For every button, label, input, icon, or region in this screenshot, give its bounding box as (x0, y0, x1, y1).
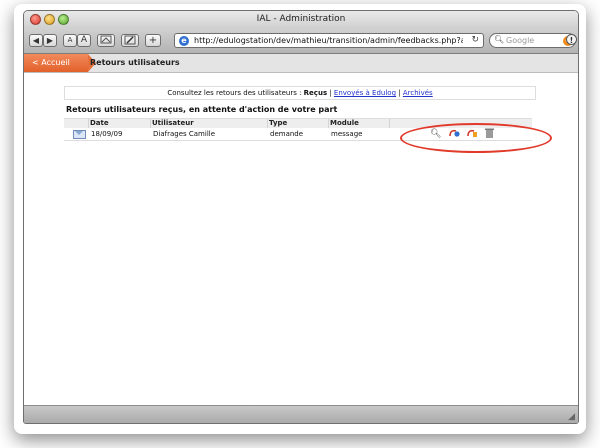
breadcrumb-home-label[interactable]: Accueil (41, 58, 70, 67)
column-module: Module (330, 119, 359, 127)
search-placeholder: Google (506, 36, 535, 45)
filter-prefix: Consultez les retours des utilisateurs : (167, 89, 304, 97)
envelope-icon (73, 130, 86, 139)
status-bar: ◢ (24, 405, 578, 423)
column-type: Type (269, 119, 288, 127)
breadcrumb-home-link[interactable]: < Accueil (24, 54, 96, 72)
filter-archived-link[interactable]: Archivés (403, 89, 433, 97)
text-bigger-button[interactable]: A (77, 34, 91, 47)
annotation-ellipse (400, 123, 552, 153)
forward-button[interactable]: ▶ (43, 34, 57, 47)
reload-icon[interactable]: ↻ (471, 35, 479, 45)
breadcrumb: < Accueil Retours utilisateurs (24, 54, 578, 73)
search-field[interactable]: 🔍︎ Google ➜ (489, 33, 576, 48)
column-user: Utilisateur (152, 119, 194, 127)
title-bar: IAL - Administration (24, 11, 578, 29)
snapback-icon (100, 35, 112, 44)
resize-grip-icon[interactable]: ◢ (568, 412, 575, 422)
row-date: 18/09/09 (91, 130, 123, 138)
url-text[interactable]: http://edulogstation/dev/mathieu/transit… (194, 36, 463, 45)
edit-bookmark-button[interactable] (121, 34, 139, 47)
text-smaller-button[interactable]: A (63, 34, 77, 47)
snapback-button[interactable] (97, 34, 115, 47)
search-icon: 🔍︎ (494, 35, 505, 44)
filter-received: Reçus (303, 89, 328, 97)
row-module: message (331, 130, 363, 138)
section-title: Retours utilisateurs reçus, en attente d… (66, 105, 338, 114)
browser-toolbar: ◀ ▶ A A + e http://edulogstation/dev/mat… (24, 29, 578, 54)
breadcrumb-current: Retours utilisateurs (90, 58, 180, 67)
column-date: Date (90, 119, 109, 127)
row-type: demande (270, 130, 304, 138)
filter-separator: | (396, 89, 403, 97)
add-bookmark-button[interactable]: + (145, 34, 161, 47)
filter-sent-link[interactable]: Envoyés à Edulog (334, 89, 396, 97)
filter-separator: | (327, 89, 334, 97)
back-button[interactable]: ◀ (29, 34, 43, 47)
address-bar[interactable]: e http://edulogstation/dev/mathieu/trans… (174, 33, 484, 48)
window-title: IAL - Administration (256, 14, 346, 24)
info-button[interactable]: ! (566, 34, 577, 45)
globe-icon: e (179, 36, 189, 46)
pencil-icon (124, 35, 136, 45)
row-user: Diafrages Camille (153, 130, 216, 138)
browser-window: IAL - Administration ◀ ▶ A A + e http://… (23, 10, 579, 424)
feedback-filter-bar: Consultez les retours des utilisateurs :… (64, 86, 536, 100)
